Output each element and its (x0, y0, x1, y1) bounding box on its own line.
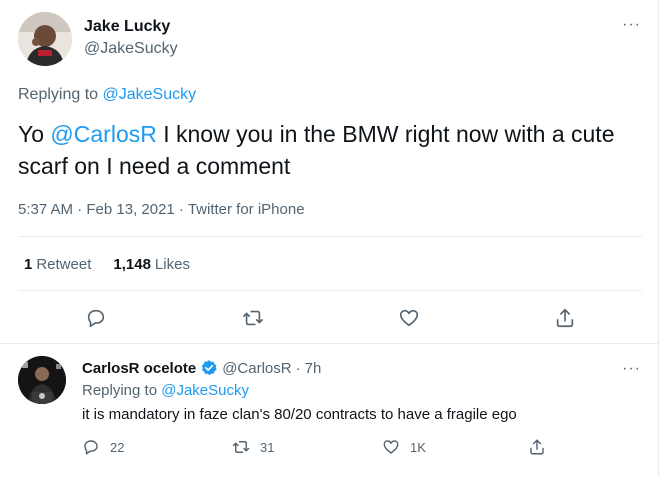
replying-to: Replying to @JakeSucky (18, 86, 196, 104)
reply-time[interactable]: 7h (305, 360, 322, 377)
like-count: 1,148 (113, 256, 151, 273)
share-icon (530, 439, 544, 455)
share-button[interactable] (528, 438, 546, 456)
divider (18, 290, 642, 291)
tweet-text: Yo @CarlosR I know you in the BMW right … (18, 118, 643, 182)
divider (18, 236, 642, 237)
retweet-icon (232, 441, 250, 453)
replying-handle-link[interactable]: @JakeSucky (161, 382, 249, 399)
author-handle[interactable]: @JakeSucky (84, 40, 178, 58)
like-stat[interactable]: 1,148 Likes (113, 256, 190, 273)
reply-icon (84, 440, 98, 455)
more-icon[interactable]: ··· (622, 361, 641, 377)
more-icon[interactable]: ··· (622, 17, 641, 33)
avatar-image (18, 12, 72, 66)
retweet-icon[interactable] (242, 307, 264, 329)
author-name[interactable]: Jake Lucky (84, 18, 170, 36)
retweet-stat-label: Retweet (36, 256, 92, 273)
heart-icon (383, 440, 399, 454)
verified-badge-icon (201, 360, 217, 376)
scrollbar-gutter (658, 0, 666, 477)
share-icon[interactable] (554, 307, 576, 329)
author-avatar[interactable] (18, 12, 72, 66)
separator-dot: · (295, 359, 301, 377)
reply-author-handle[interactable]: @CarlosR (222, 360, 291, 377)
reply-button[interactable]: 22 (82, 438, 124, 456)
reply-author-avatar[interactable] (18, 356, 66, 404)
like-button[interactable]: 1K (382, 438, 426, 456)
mention-link[interactable]: @CarlosR (50, 121, 156, 147)
retweet-stat[interactable]: 1 Retweet (24, 256, 91, 273)
reply-replying-to: Replying to @JakeSucky (82, 382, 249, 399)
like-stat-label: Likes (154, 256, 190, 273)
reply-icon[interactable] (85, 307, 107, 329)
reply-author-name[interactable]: CarlosR ocelote (82, 360, 196, 377)
tweet-timestamp[interactable]: 5:37 AM · Feb 13, 2021 · Twitter for iPh… (18, 201, 305, 218)
replying-handle-link[interactable]: @JakeSucky (103, 86, 197, 103)
tweet-text-start: Yo (18, 121, 51, 147)
avatar-image (18, 356, 66, 404)
reply-action-bar: 22 31 1K (82, 438, 562, 460)
reply-count: 22 (110, 439, 125, 455)
retweet-count: 1 (24, 256, 33, 273)
main-tweet: Jake Lucky @JakeSucky ··· Replying to @J… (0, 0, 658, 343)
reply-header: CarlosR ocelote @CarlosR · 7h (82, 359, 321, 377)
retweet-button[interactable]: 31 (232, 438, 274, 456)
replying-label: Replying to (82, 382, 162, 399)
like-count: 1K (410, 439, 426, 455)
engagement-stats: 1 Retweet 1,148 Likes (24, 256, 190, 273)
reply-text: it is mandatory in faze clan's 80/20 con… (82, 406, 517, 423)
replying-label: Replying to (18, 86, 103, 103)
reply-tweet[interactable]: CarlosR ocelote @CarlosR · 7h ··· Replyi… (0, 344, 658, 477)
heart-icon[interactable] (398, 307, 420, 329)
retweet-count: 31 (260, 439, 275, 455)
